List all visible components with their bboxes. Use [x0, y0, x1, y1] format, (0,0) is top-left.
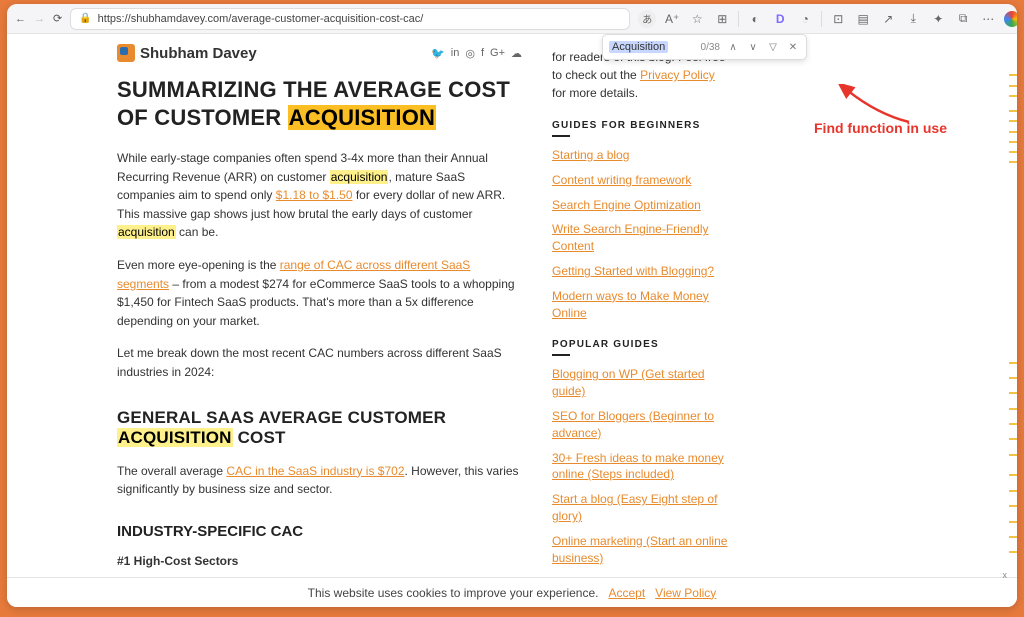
divider — [552, 135, 570, 137]
sidebar-link[interactable]: Starting a blog — [552, 148, 629, 162]
reader-icon[interactable]: ▤ — [854, 10, 872, 28]
site-logo[interactable]: Shubham Davey — [117, 44, 257, 62]
sidebar-link[interactable]: Write Search Engine-Friendly Content — [552, 222, 709, 253]
cookie-close-button[interactable]: x — [1003, 570, 1008, 580]
share-icon[interactable]: ↗ — [879, 10, 897, 28]
p4-a: The overall average — [117, 464, 226, 478]
sidebar-link[interactable]: Blogging on WP (Get started guide) — [552, 367, 705, 398]
sidebar-link[interactable]: Getting Started with Blogging? — [552, 264, 714, 278]
divider — [738, 11, 739, 27]
h2-a: GENERAL SAAS AVERAGE CUSTOMER — [117, 408, 446, 427]
url-bar[interactable]: 🔒 https://shubhamdavey.com/average-custo… — [70, 8, 630, 30]
find-filter-button[interactable]: ▽ — [766, 40, 780, 54]
sidebar-link[interactable]: Content writing framework — [552, 173, 691, 187]
main-column: Shubham Davey 🐦 in ◎ f G+ ☁ SUMMARIZING … — [117, 44, 522, 607]
guides-list: Starting a blog Content writing framewor… — [552, 147, 732, 321]
sidebar-heading-popular: POPULAR GUIDES — [552, 339, 732, 350]
h4-text: #1 High-Cost Sectors — [117, 554, 238, 568]
cookie-text: This website uses cookies to improve you… — [308, 586, 599, 600]
paragraph-4: The overall average CAC in the SaaS indu… — [117, 462, 522, 499]
highlight-acquisition: acquisition — [117, 225, 176, 239]
google-icon[interactable]: G+ — [490, 47, 505, 60]
highlight-acquisition: ACQUISITION — [288, 105, 436, 130]
linkedin-icon[interactable]: in — [451, 47, 460, 60]
more-icon[interactable]: ⋯ — [979, 10, 997, 28]
sidebar-link[interactable]: SEO for Bloggers (Beginner to advance) — [552, 409, 714, 440]
highlight-acquisition: acquisition — [330, 170, 389, 184]
paragraph-1: While early-stage companies often spend … — [117, 149, 522, 242]
section-heading-industry: INDUSTRY-SPECIFIC CAC — [117, 523, 522, 540]
refresh-button[interactable]: ⟳ — [53, 10, 62, 28]
read-aloud-icon[interactable]: A⁺ — [663, 10, 681, 28]
extension-d-icon[interactable]: D — [771, 10, 789, 28]
section-heading-general: GENERAL SAAS AVERAGE CUSTOMER ACQUISITIO… — [117, 408, 522, 448]
sidebar-link[interactable]: Modern ways to Make Money Online — [552, 289, 709, 320]
divider — [821, 11, 822, 27]
paragraph-2: Even more eye-opening is the range of CA… — [117, 256, 522, 330]
subheading-high-cost: #1 High-Cost Sectors — [117, 552, 522, 571]
sidebar-heading-guides: GUIDES FOR BEGINNERS — [552, 120, 732, 131]
extensions-icon[interactable]: ⊡ — [829, 10, 847, 28]
link-cac-702[interactable]: CAC in the SaaS industry is $702 — [226, 464, 404, 478]
favorite-icon[interactable]: ☆ — [688, 10, 706, 28]
forward-button[interactable]: → — [34, 10, 45, 28]
h2-b: COST — [233, 428, 286, 447]
site-header: Shubham Davey 🐦 in ◎ f G+ ☁ — [117, 44, 522, 62]
social-icons: 🐦 in ◎ f G+ ☁ — [431, 47, 522, 60]
link-arr-ratio[interactable]: $1.18 to $1.50 — [276, 188, 353, 202]
browser-toolbar: ← → ⟳ 🔒 https://shubhamdavey.com/average… — [7, 4, 1017, 34]
sidebar-link[interactable]: Search Engine Optimization — [552, 198, 701, 212]
history-icon[interactable]: ✦ — [929, 10, 947, 28]
popular-list: Blogging on WP (Get started guide) SEO f… — [552, 366, 732, 607]
toolbar-right: あ A⁺ ☆ ⊞ ◐ D ◔ ⊡ ▤ ↗ ⤓ ✦ ⧉ ⋯ — [638, 10, 1017, 28]
facebook-icon[interactable]: f — [481, 47, 484, 60]
browser-window: ← → ⟳ 🔒 https://shubhamdavey.com/average… — [7, 4, 1017, 607]
find-scrollbar-markers — [1007, 64, 1017, 577]
section-heading-summary: SUMMARIZING THE AVERAGE COST OF CUSTOMER… — [117, 76, 522, 131]
extension-clock-icon[interactable]: ◔ — [796, 10, 814, 28]
twitter-icon[interactable]: 🐦 — [431, 47, 445, 60]
back-button[interactable]: ← — [15, 10, 26, 28]
instagram-icon[interactable]: ◎ — [465, 47, 475, 60]
translate-icon[interactable]: あ — [638, 10, 656, 28]
url-text: https://shubhamdavey.com/average-custome… — [98, 13, 424, 25]
find-close-button[interactable]: ✕ — [786, 40, 800, 54]
sidebar-link[interactable]: Online marketing (Start an online busine… — [552, 534, 727, 565]
cookie-accept-button[interactable]: Accept — [608, 586, 645, 600]
profile-icon[interactable] — [1004, 11, 1017, 27]
site-name: Shubham Davey — [140, 45, 257, 62]
st-b: for more details. — [552, 86, 638, 100]
link-privacy-policy[interactable]: Privacy Policy — [640, 68, 715, 82]
shield-icon[interactable]: ◐ — [746, 10, 764, 28]
find-count: 0/38 — [701, 42, 720, 53]
p2-b: – from a modest $274 for eCommerce SaaS … — [117, 277, 515, 328]
sidebar: for readers of this blog. Feel free to c… — [552, 44, 732, 607]
cookie-view-policy-link[interactable]: View Policy — [655, 586, 716, 600]
sidebar-link[interactable]: 30+ Fresh ideas to make money online (St… — [552, 451, 724, 482]
highlight-acquisition: ACQUISITION — [117, 428, 233, 447]
find-bar: Acquisition 0/38 ∧ ∨ ▽ ✕ — [602, 34, 807, 60]
content-area: Acquisition 0/38 ∧ ∨ ▽ ✕ Find function i… — [7, 34, 1017, 607]
cookie-notice: This website uses cookies to improve you… — [7, 577, 1017, 607]
p1-d: can be. — [176, 225, 219, 239]
find-input[interactable]: Acquisition — [609, 41, 668, 53]
sidebar-link[interactable]: Start a blog (Easy Eight step of glory) — [552, 492, 717, 523]
find-next-button[interactable]: ∨ — [746, 40, 760, 54]
logo-icon — [117, 44, 135, 62]
annotation-label: Find function in use — [814, 120, 947, 136]
divider — [552, 354, 570, 356]
p2-a: Even more eye-opening is the — [117, 258, 280, 272]
find-prev-button[interactable]: ∧ — [726, 40, 740, 54]
screenshot-icon[interactable]: ⧉ — [954, 10, 972, 28]
soundcloud-icon[interactable]: ☁ — [511, 47, 522, 60]
collections-icon[interactable]: ⊞ — [713, 10, 731, 28]
lock-icon: 🔒 — [79, 13, 91, 24]
paragraph-3: Let me break down the most recent CAC nu… — [117, 344, 522, 381]
downloads-icon[interactable]: ⤓ — [904, 10, 922, 28]
